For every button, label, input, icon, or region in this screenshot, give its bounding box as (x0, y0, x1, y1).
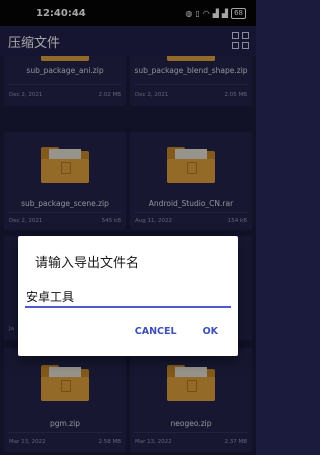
modal-scrim[interactable] (0, 0, 256, 455)
dialog-actions: CANCEL OK (135, 326, 218, 337)
cancel-button[interactable]: CANCEL (135, 326, 177, 337)
ok-button[interactable]: OK (203, 326, 218, 337)
dialog-title: 请输入导出文件名 (35, 256, 140, 271)
filename-input[interactable] (25, 286, 231, 308)
export-filename-dialog: 请输入导出文件名 CANCEL OK (18, 236, 238, 356)
